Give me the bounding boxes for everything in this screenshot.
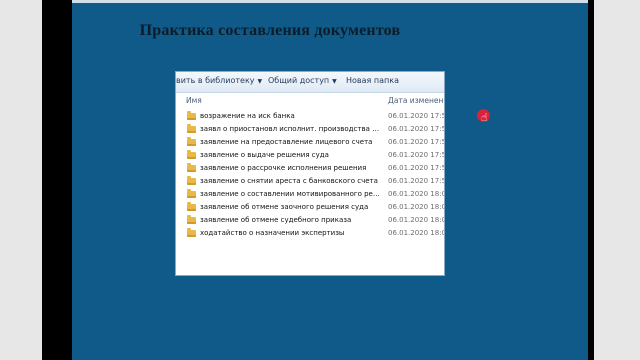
list-item[interactable]: заявл о приостановл исполнит. производст… <box>176 124 445 137</box>
column-name-header[interactable]: Имя <box>186 96 202 105</box>
slide-top-border <box>72 0 588 3</box>
folder-icon <box>187 111 196 120</box>
file-name: заявление о снятии ареста с банковского … <box>200 177 378 185</box>
file-date: 06.01.2020 18:01 <box>388 216 445 224</box>
column-date-header[interactable]: Дата изменения <box>388 96 444 105</box>
list-item[interactable]: заявление о рассрочке исполнения решения… <box>176 163 445 176</box>
folder-icon <box>187 176 196 185</box>
file-date: 06.01.2020 18:00 <box>388 190 445 198</box>
left-letterbox <box>0 0 42 360</box>
slide-title: Практика составления документов <box>139 22 401 39</box>
share-button[interactable]: Общий доступ ▼ <box>268 76 337 85</box>
file-date: 06.01.2020 17:59 <box>388 151 445 159</box>
folder-icon <box>187 137 196 146</box>
folder-icon <box>187 228 196 237</box>
file-date: 06.01.2020 17:59 <box>388 177 445 185</box>
list-item[interactable]: ходатайство о назначении экспертизы 06.0… <box>176 228 445 241</box>
explorer-toolbar: вить в библиотеку ▼ Общий доступ ▼ Новая п… <box>176 72 444 93</box>
folder-icon <box>187 202 196 211</box>
list-item[interactable]: заявление о выдаче решения суда 06.01.20… <box>176 150 445 163</box>
file-date: 06.01.2020 18:01 <box>388 203 445 211</box>
file-date: 06.01.2020 18:02 <box>388 229 445 237</box>
list-item[interactable]: заявление об отмене заочного решения суд… <box>176 202 445 215</box>
list-item[interactable]: заявление о снятии ареста с банковского … <box>176 176 445 189</box>
file-name: заявл о приостановл исполнит. производст… <box>200 125 384 133</box>
add-to-library-label: вить в библиотеку <box>176 76 255 85</box>
add-to-library-button[interactable]: вить в библиотеку ▼ <box>176 76 262 85</box>
dropdown-arrow-icon: ▼ <box>332 78 337 85</box>
new-folder-button[interactable]: Новая папка <box>346 76 399 85</box>
folder-icon <box>187 124 196 133</box>
list-item[interactable]: заявление об отмене судебного приказа 06… <box>176 215 445 228</box>
column-header: Имя Дата изменения <box>176 94 444 108</box>
folder-icon <box>187 163 196 172</box>
hand-cursor-icon: ☝ <box>481 111 488 124</box>
file-name: заявление на предоставление лицевого сче… <box>200 138 373 146</box>
list-item[interactable]: заявление на предоставление лицевого сче… <box>176 137 445 150</box>
file-name: заявление об отмене заочного решения суд… <box>200 203 369 211</box>
file-date: 06.01.2020 17:59 <box>388 138 445 146</box>
file-date: 06.01.2020 17:58 <box>388 112 445 120</box>
share-label: Общий доступ <box>268 76 330 85</box>
file-date: 06.01.2020 17:59 <box>388 164 445 172</box>
file-name: возражение на иск банка <box>200 112 295 120</box>
list-item[interactable]: возражение на иск банка 06.01.2020 17:58 <box>176 111 445 124</box>
file-name: ходатайство о назначении экспертизы <box>200 229 345 237</box>
file-date: 06.01.2020 17:59 <box>388 125 445 133</box>
file-explorer-window: вить в библиотеку ▼ Общий доступ ▼ Новая п… <box>175 71 445 276</box>
file-name: заявление о составлении мотивированного … <box>200 190 384 198</box>
file-name: заявление об отмене судебного приказа <box>200 216 352 224</box>
list-item[interactable]: заявление о составлении мотивированного … <box>176 189 445 202</box>
dropdown-arrow-icon: ▼ <box>257 78 263 85</box>
file-name: заявление о рассрочке исполнения решения <box>200 164 367 172</box>
folder-icon <box>187 189 196 198</box>
folder-icon <box>187 215 196 224</box>
folder-icon <box>187 150 196 159</box>
right-letterbox <box>594 0 640 360</box>
file-name: заявление о выдаче решения суда <box>200 151 329 159</box>
